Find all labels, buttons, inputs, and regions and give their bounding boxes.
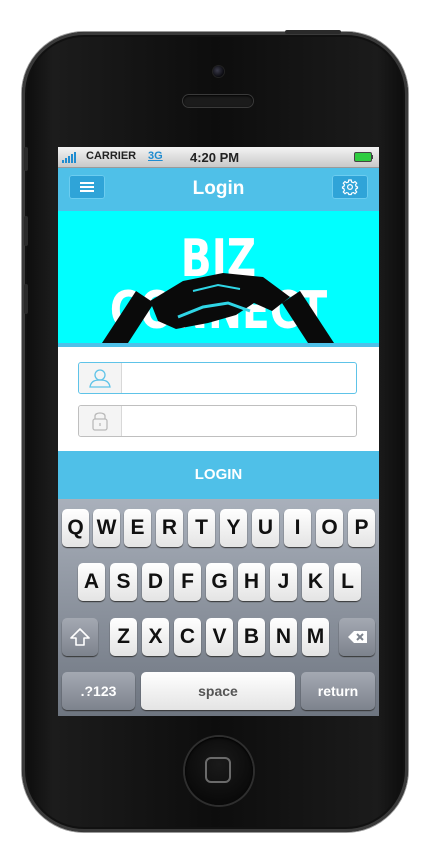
front-camera — [213, 66, 224, 77]
power-button — [285, 30, 341, 34]
key-b[interactable]: B — [238, 618, 265, 656]
biz-connect-banner: BIZ CONNECT — [58, 211, 379, 343]
key-i[interactable]: I — [284, 509, 311, 547]
status-bar: CARRIER 3G 4:20 PM — [58, 147, 379, 168]
carrier-name: CARRIER — [86, 150, 137, 162]
key-j[interactable]: J — [270, 563, 297, 601]
volume-up-button — [24, 216, 28, 246]
screen: CARRIER 3G 4:20 PM Login BIZ CONNECT — [58, 147, 379, 716]
key-o[interactable]: O — [316, 509, 343, 547]
key-q[interactable]: Q — [62, 509, 89, 547]
key-g[interactable]: G — [206, 563, 233, 601]
key-p[interactable]: P — [348, 509, 375, 547]
mute-switch — [24, 147, 28, 171]
key-c[interactable]: C — [174, 618, 201, 656]
key-v[interactable]: V — [206, 618, 233, 656]
username-field[interactable] — [78, 362, 357, 394]
earpiece-speaker — [183, 95, 253, 107]
password-input[interactable] — [123, 407, 355, 437]
username-input[interactable] — [123, 364, 355, 394]
key-n[interactable]: N — [270, 618, 297, 656]
gear-icon — [341, 179, 359, 196]
page-title: Login — [192, 178, 245, 199]
key-u[interactable]: U — [252, 509, 279, 547]
key-f[interactable]: F — [174, 563, 201, 601]
key-z[interactable]: Z — [110, 618, 137, 656]
home-button[interactable] — [185, 737, 253, 805]
handshake-icon — [102, 273, 334, 343]
keyboard: Q W E R T Y U I O P A S D F G H J K L Z … — [58, 499, 379, 716]
login-button[interactable]: LOGIN — [58, 451, 379, 499]
key-k[interactable]: K — [302, 563, 329, 601]
password-field[interactable] — [78, 405, 357, 437]
clock: 4:20 PM — [190, 150, 240, 165]
settings-button[interactable] — [332, 175, 368, 199]
return-key[interactable]: return — [301, 672, 375, 710]
shift-key[interactable] — [62, 618, 98, 656]
lock-icon — [92, 412, 108, 431]
space-key[interactable]: space — [141, 672, 295, 710]
key-s[interactable]: S — [110, 563, 137, 601]
nav-bar: Login — [58, 168, 379, 211]
key-m[interactable]: M — [302, 618, 329, 656]
key-h[interactable]: H — [238, 563, 265, 601]
key-w[interactable]: W — [93, 509, 120, 547]
shift-arrow-icon — [70, 628, 90, 646]
key-l[interactable]: L — [334, 563, 361, 601]
key-e[interactable]: E — [124, 509, 151, 547]
numbers-key[interactable]: .?123 — [62, 672, 135, 710]
volume-down-button — [24, 284, 28, 314]
key-t[interactable]: T — [188, 509, 215, 547]
battery-icon — [354, 152, 372, 162]
key-r[interactable]: R — [156, 509, 183, 547]
key-y[interactable]: Y — [220, 509, 247, 547]
key-d[interactable]: D — [142, 563, 169, 601]
user-icon — [89, 369, 111, 388]
delete-key[interactable] — [339, 618, 375, 656]
key-x[interactable]: X — [142, 618, 169, 656]
backspace-icon — [348, 631, 367, 643]
key-a[interactable]: A — [78, 563, 105, 601]
signal-strength-icon — [62, 152, 76, 163]
network-type: 3G — [148, 150, 163, 162]
